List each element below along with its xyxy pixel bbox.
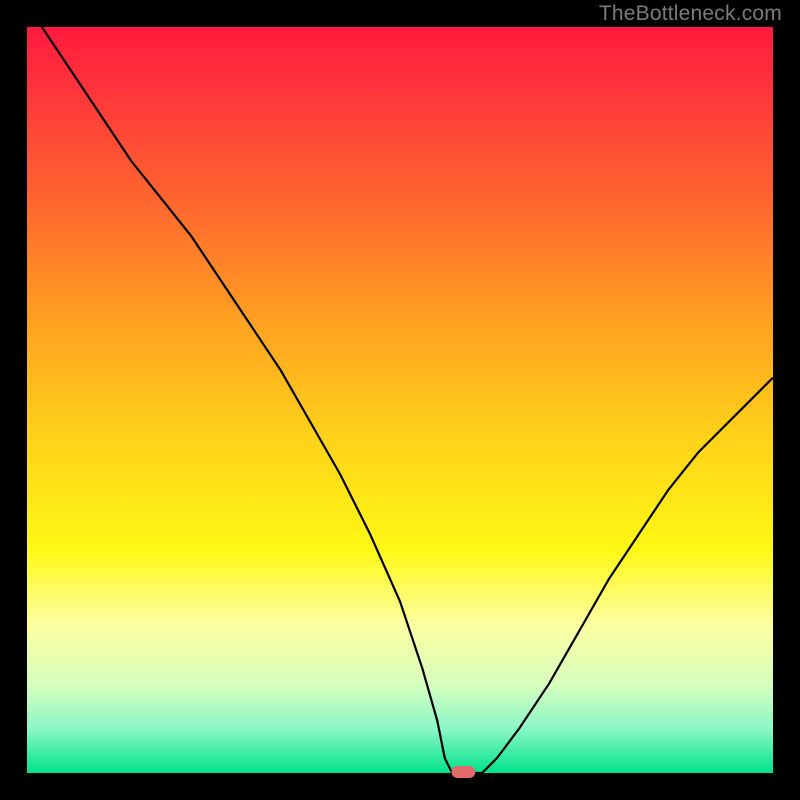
watermark-text: TheBottleneck.com [599,2,782,26]
chart-frame: TheBottleneck.com [0,0,800,800]
plot-background [27,27,773,773]
bottleneck-chart [0,0,800,800]
optimal-marker [451,766,475,778]
